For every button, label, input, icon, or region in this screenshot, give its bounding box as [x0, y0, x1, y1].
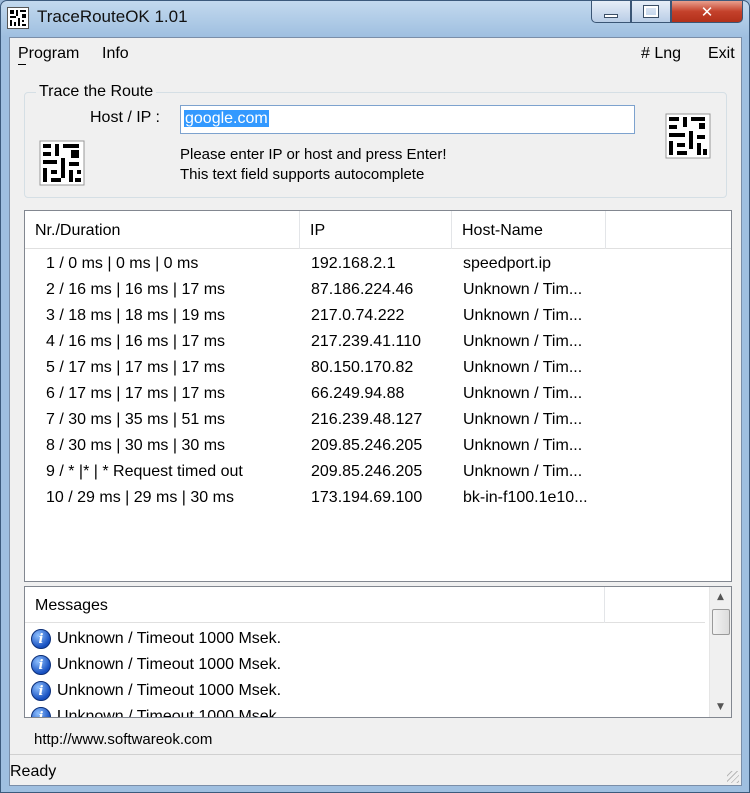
message-item[interactable]: i Unknown / Timeout 1000 Msek.	[31, 626, 281, 652]
table-row[interactable]: 8 / 30 ms | 30 ms | 30 ms 209.85.246.205 U…	[25, 433, 731, 459]
cell-host-name: Unknown / Tim...	[463, 281, 583, 298]
results-list[interactable]: Nr./Duration IP Host-Name 1 / 0 ms | 0 m…	[24, 210, 732, 582]
menu-bar: Program Info # Lng Exit	[10, 38, 741, 68]
cell-duration: 1 / 0 ms | 0 ms | 0 ms	[46, 255, 199, 272]
status-bar: Ready	[10, 754, 741, 785]
minimize-button[interactable]	[591, 1, 631, 23]
table-row[interactable]: 10 / 29 ms | 29 ms | 30 ms 173.194.69.100…	[25, 485, 731, 511]
message-text: Unknown / Timeout 1000 Msek.	[57, 656, 282, 673]
scroll-down-icon[interactable]: ▼	[710, 697, 731, 717]
info-icon: i	[31, 629, 51, 649]
message-text: Unknown / Timeout 1000 Msek.	[57, 630, 282, 647]
messages-scrollbar[interactable]: ▲ ▼	[709, 587, 731, 717]
table-row[interactable]: 2 / 16 ms | 16 ms | 17 ms 87.186.224.46 Un…	[25, 277, 731, 303]
window-title: TraceRouteOK 1.01	[37, 7, 188, 26]
messages-header: Messages	[25, 587, 705, 623]
website-link[interactable]: http://www.softwareok.com	[34, 731, 212, 748]
cell-duration: 2 / 16 ms | 16 ms | 17 ms	[46, 281, 226, 298]
message-item[interactable]: i Unknown / Timeout 1000 Msek.	[31, 678, 281, 704]
maximize-icon	[643, 5, 659, 18]
results-header: Nr./Duration IP Host-Name	[25, 211, 731, 249]
info-icon: i	[31, 707, 51, 717]
column-messages[interactable]: Messages	[25, 587, 605, 623]
client-area: Program Info # Lng Exit Trace the Route …	[9, 37, 742, 786]
scroll-up-icon[interactable]: ▲	[710, 587, 731, 607]
close-button[interactable]: ✕	[671, 1, 743, 23]
table-row[interactable]: 5 / 17 ms | 17 ms | 17 ms 80.150.170.82 Un…	[25, 355, 731, 381]
message-item[interactable]: i Unknown / Timeout 1000 Msek.	[31, 652, 281, 678]
trace-group-legend: Trace the Route	[36, 83, 157, 101]
maximize-button[interactable]	[631, 1, 671, 23]
info-icon: i	[31, 655, 51, 675]
cell-ip: 209.85.246.205	[311, 437, 423, 454]
maze-icon-right[interactable]	[665, 113, 711, 159]
menu-info[interactable]: Info	[102, 45, 129, 63]
cell-ip: 192.168.2.1	[311, 255, 396, 272]
cell-host-name: Unknown / Tim...	[463, 307, 583, 324]
cell-ip: 216.239.48.127	[311, 411, 423, 428]
cell-duration: 3 / 18 ms | 18 ms | 19 ms	[46, 307, 226, 324]
message-item[interactable]: i Unknown / Timeout 1000 Msek.	[31, 704, 282, 718]
status-text: Ready	[10, 763, 57, 780]
table-row[interactable]: 7 / 30 ms | 35 ms | 51 ms 216.239.48.127 U…	[25, 407, 731, 433]
cell-ip: 217.0.74.222	[311, 307, 405, 324]
host-input-value: google.com	[184, 110, 269, 127]
cell-host-name: Unknown / Tim...	[463, 385, 583, 402]
cell-ip: 173.194.69.100	[311, 489, 423, 506]
message-text: Unknown / Timeout 1000 Msek.	[57, 682, 282, 699]
resize-grip[interactable]	[727, 771, 739, 783]
minimize-icon	[604, 13, 618, 18]
column-messages-filler	[605, 587, 705, 623]
menu-exit[interactable]: Exit	[708, 45, 735, 63]
cell-duration: 7 / 30 ms | 35 ms | 51 ms	[46, 411, 226, 428]
cell-ip: 209.85.246.205	[311, 463, 423, 480]
cell-host-name: Unknown / Tim...	[463, 463, 583, 480]
app-window: TraceRouteOK 1.01 ✕ Program Info # Lng E…	[0, 0, 750, 793]
cell-duration: 4 / 16 ms | 16 ms | 17 ms	[46, 333, 226, 350]
column-nr-duration[interactable]: Nr./Duration	[25, 211, 300, 249]
cell-duration: 10 / 29 ms | 29 ms | 30 ms	[46, 489, 234, 506]
menu-program[interactable]: Program	[18, 45, 79, 63]
hint-line-1: Please enter IP or host and press Enter!	[180, 146, 447, 163]
column-filler	[606, 211, 731, 249]
column-ip[interactable]: IP	[300, 211, 452, 249]
cell-ip: 217.239.41.110	[311, 333, 422, 350]
table-row[interactable]: 6 / 17 ms | 17 ms | 17 ms 66.249.94.88 Unk…	[25, 381, 731, 407]
cell-duration: 8 / 30 ms | 30 ms | 30 ms	[46, 437, 226, 454]
cell-host-name: speedport.ip	[463, 255, 552, 272]
table-row[interactable]: 9 / * |* | * Request timed out 209.85.246…	[25, 459, 731, 485]
cell-duration: 6 / 17 ms | 17 ms | 17 ms	[46, 385, 226, 402]
column-host-name[interactable]: Host-Name	[452, 211, 606, 249]
cell-duration: 5 / 17 ms | 17 ms | 17 ms	[46, 359, 226, 376]
cell-ip: 80.150.170.82	[311, 359, 414, 376]
cell-host-name: bk-in-f100.1e10...	[463, 489, 588, 506]
cell-ip: 66.249.94.88	[311, 385, 405, 402]
menu-program-mnemonic	[18, 64, 26, 65]
cell-host-name: Unknown / Tim...	[463, 437, 583, 454]
hint-line-2: This text field supports autocomplete	[180, 166, 425, 183]
maze-icon-left[interactable]	[39, 140, 85, 186]
host-label: Host / IP :	[90, 109, 160, 126]
cell-host-name: Unknown / Tim...	[463, 411, 583, 428]
cell-ip: 87.186.224.46	[311, 281, 414, 298]
messages-list[interactable]: Messages i Unknown / Timeout 1000 Msek. i U…	[24, 586, 732, 718]
table-row[interactable]: 1 / 0 ms | 0 ms | 0 ms 192.168.2.1 speedpo…	[25, 251, 731, 277]
info-icon: i	[31, 681, 51, 701]
host-input[interactable]: google.com	[180, 105, 635, 134]
cell-host-name: Unknown / Tim...	[463, 333, 583, 350]
cell-host-name: Unknown / Tim...	[463, 359, 583, 376]
app-icon[interactable]	[7, 7, 29, 29]
cell-duration: 9 / * |* | * Request timed out	[46, 463, 243, 480]
title-bar[interactable]: TraceRouteOK 1.01 ✕	[1, 1, 749, 35]
message-text: Unknown / Timeout 1000 Msek.	[57, 708, 282, 718]
trace-group: Trace the Route Host / IP : google.com P…	[24, 83, 727, 198]
scroll-thumb[interactable]	[712, 609, 730, 635]
table-row[interactable]: 4 / 16 ms | 16 ms | 17 ms 217.239.41.110 U…	[25, 329, 731, 355]
table-row[interactable]: 3 / 18 ms | 18 ms | 19 ms 217.0.74.222 Unk…	[25, 303, 731, 329]
menu-language[interactable]: # Lng	[641, 45, 681, 63]
close-icon: ✕	[700, 2, 714, 21]
